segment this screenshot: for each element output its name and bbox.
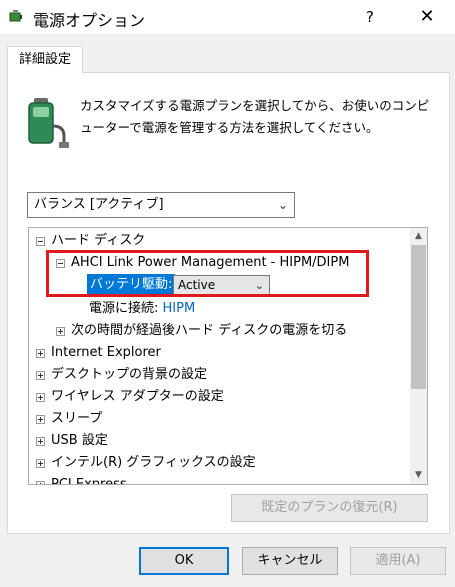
- collapse-icon[interactable]: [56, 259, 65, 268]
- scrollbar-thumb[interactable]: [411, 245, 426, 389]
- title-bar: 電源オプション ? ✕: [0, 0, 455, 34]
- tree-item-label: デスクトップの背景の設定: [51, 367, 208, 382]
- tree-item-label: 次の時間が経過後ハード ディスクの電源を切る: [71, 323, 348, 338]
- tree-item-label: AHCI Link Power Management - HIPM/DIPM: [71, 255, 350, 270]
- battery-icon: [28, 98, 69, 148]
- tree-item-label: ハード ディスク: [51, 233, 146, 248]
- expand-icon[interactable]: [36, 415, 45, 424]
- restore-defaults-button[interactable]: 既定のプランの復元(R): [231, 494, 428, 522]
- collapse-icon[interactable]: [36, 237, 45, 246]
- power-options-icon: [9, 10, 22, 22]
- plugged-in-value[interactable]: HIPM: [163, 301, 196, 316]
- scroll-down-icon[interactable]: ▼: [410, 467, 427, 484]
- battery-value-dropdown[interactable]: Active ⌄: [173, 275, 270, 296]
- vertical-scrollbar[interactable]: ▲ ▼: [410, 228, 427, 484]
- tree-item-label: Internet Explorer: [51, 345, 161, 360]
- power-plan-value: バランス [アクティブ]: [34, 197, 164, 212]
- tree-item-label: ワイヤレス アダプターの設定: [51, 389, 224, 404]
- plugged-in-label: 電源に接続:: [89, 301, 159, 316]
- tab-advanced-settings[interactable]: 詳細設定: [7, 46, 83, 73]
- tree-item-label: インテル(R) グラフィックスの設定: [51, 455, 256, 470]
- power-plan-dropdown[interactable]: バランス [アクティブ] ⌄: [27, 192, 295, 218]
- apply-button[interactable]: 適用(A): [350, 547, 446, 575]
- battery-label: バッテリ駆動:: [87, 274, 176, 296]
- cancel-button[interactable]: キャンセル: [242, 547, 338, 575]
- help-button[interactable]: ?: [356, 2, 384, 32]
- expand-icon[interactable]: [36, 437, 45, 446]
- settings-tree[interactable]: ハード ディスク AHCI Link Power Management - HI…: [28, 227, 428, 485]
- expand-icon[interactable]: [36, 371, 45, 380]
- expand-icon[interactable]: [36, 393, 45, 402]
- battery-value: Active: [178, 278, 216, 292]
- description-text: カスタマイズする電源プランを選択してから、お使いのコンピューターで電源を管理する…: [80, 98, 430, 135]
- tree-item-label: PCI Express: [51, 477, 127, 485]
- tree-item-label: USB 設定: [51, 433, 108, 448]
- chevron-down-icon: ⌄: [277, 198, 288, 212]
- expand-icon[interactable]: [56, 327, 65, 336]
- window-title: 電源オプション: [33, 11, 146, 30]
- expand-icon[interactable]: [36, 481, 45, 484]
- tree-item-label: スリープ: [51, 411, 103, 426]
- ok-button[interactable]: OK: [139, 547, 229, 575]
- scroll-up-icon[interactable]: ▲: [410, 228, 427, 245]
- chevron-down-icon: ⌄: [254, 279, 264, 292]
- tree-item-plugged-in[interactable]: 電源に接続: HIPM: [89, 298, 195, 320]
- expand-icon[interactable]: [36, 459, 45, 468]
- close-button[interactable]: ✕: [412, 2, 442, 32]
- expand-icon[interactable]: [36, 349, 45, 358]
